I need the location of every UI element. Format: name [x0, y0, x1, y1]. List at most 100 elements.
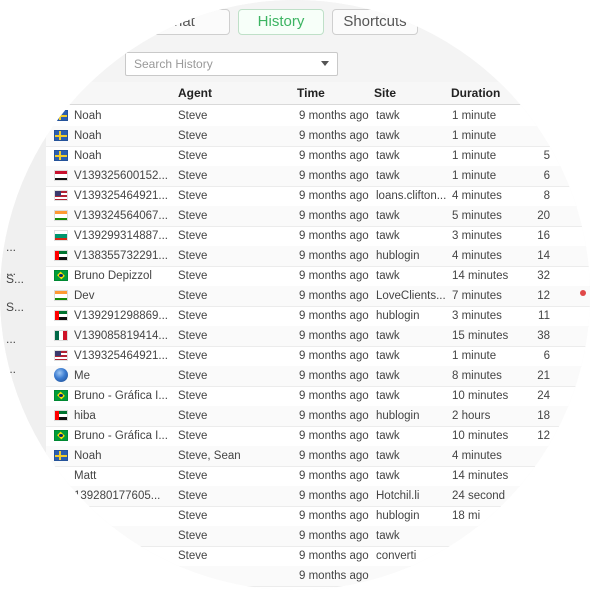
site-name: tawk: [376, 450, 400, 462]
agent-name: Steve: [178, 410, 208, 422]
visitor-name: Noah: [74, 450, 102, 462]
chat-time: 9 months ago: [299, 190, 369, 202]
bulgaria-flag-icon: [54, 230, 68, 241]
site-name: tawk: [376, 270, 400, 282]
usa-flag-icon: [54, 350, 68, 361]
brazil-flag-icon: [54, 390, 68, 401]
visitor-name: V139325464921...: [74, 190, 168, 202]
message-count: 20: [537, 210, 550, 222]
chat-time: 9 months ago: [299, 570, 369, 582]
table-row[interactable]: 139280177605... Steve 9 months ago Hotchil.…: [46, 486, 590, 507]
sidebar-item[interactable]: ...: [6, 362, 16, 376]
table-row[interactable]: Me Steve 9 months ago tawk 8 minutes 21: [46, 366, 590, 387]
visitor-name: Noah: [74, 150, 102, 162]
chat-time: 9 months ago: [299, 450, 369, 462]
agent-name: Steve: [178, 530, 208, 542]
top-tab-bar: Chat History Shortcuts: [0, 0, 590, 44]
chat-time: 9 months ago: [299, 210, 369, 222]
chat-time: 9 months ago: [299, 130, 369, 142]
message-count: 38: [537, 330, 550, 342]
chat-duration: 14 minutes: [452, 470, 509, 482]
table-row[interactable]: Bruno - Gráfica I... Steve 9 months ago taw…: [46, 386, 590, 407]
chat-time: 9 months ago: [299, 250, 369, 262]
agent-name: Steve: [178, 250, 208, 262]
table-row[interactable]: 9 months ago: [46, 566, 590, 587]
chat-duration: 1 minute: [452, 110, 497, 122]
column-header-time[interactable]: Time: [297, 86, 325, 100]
table-row[interactable]: Bruno Depizzol Steve 9 months ago tawk 14 mi…: [46, 266, 590, 287]
chat-duration: 18 mi: [452, 510, 481, 522]
uae-flag-icon: [54, 310, 68, 321]
agent-name: Steve: [178, 390, 208, 402]
table-row[interactable]: Dev Steve 9 months ago LoveClients... 7 minu…: [46, 286, 590, 307]
table-row[interactable]: V139325600152... Steve 9 months ago tawk 1 m…: [46, 166, 590, 187]
visitor-name: V139325464921...: [74, 350, 168, 362]
table-row[interactable]: V138355732291... Steve 9 months ago hublogi…: [46, 246, 590, 267]
tab-chat[interactable]: Chat: [128, 9, 230, 35]
chat-time: 9 months ago: [299, 350, 369, 362]
search-input[interactable]: [134, 56, 304, 72]
table-row[interactable]: on... Steve 9 months ago tawk: [46, 526, 590, 547]
india-flag-icon: [54, 210, 68, 221]
agent-name: Steve: [178, 210, 208, 222]
message-count: 6: [543, 170, 550, 182]
chat-time: 9 months ago: [299, 150, 369, 162]
chat-duration: 15 minutes: [452, 330, 509, 342]
column-header-agent[interactable]: Agent: [178, 86, 212, 100]
site-name: tawk: [376, 530, 400, 542]
message-count: 6: [543, 350, 550, 362]
chat-time: 9 months ago: [299, 370, 369, 382]
table-row[interactable]: V139324564067... Steve 9 months ago tawk 5 m…: [46, 206, 590, 227]
sidebar-item[interactable]: ...: [6, 240, 16, 254]
chat-duration: 10 minutes: [452, 390, 509, 402]
agent-name: Steve: [178, 270, 208, 282]
notification-dot: [580, 290, 586, 296]
table-row[interactable]: V139325464921... Steve 9 months ago loans.c…: [46, 186, 590, 207]
agent-name: Steve: [178, 290, 208, 302]
search-box[interactable]: [125, 52, 338, 76]
table-row[interactable]: V139291298869... Steve 9 months ago hublogi…: [46, 306, 590, 327]
table-row[interactable]: Steve 9 months ago hublogin 18 mi: [46, 506, 590, 527]
chat-duration: 1 minute: [452, 130, 497, 142]
visitor-name: Me: [74, 370, 90, 382]
chat-duration: 2 hours: [452, 410, 491, 422]
table-row[interactable]: Noah Steve 9 months ago tawk 1 minute 5: [46, 146, 590, 167]
tab-shortcuts[interactable]: Shortcuts: [332, 9, 418, 35]
sidebar-item[interactable]: S...: [6, 300, 24, 314]
site-name: tawk: [376, 350, 400, 362]
table-row[interactable]: Steve 9 months ago converti: [46, 546, 590, 567]
column-header-duration[interactable]: Duration: [451, 86, 500, 100]
table-row[interactable]: V139085819414... Steve 9 months ago tawk 15 …: [46, 326, 590, 347]
site-name: tawk: [376, 150, 400, 162]
visitor-name: V139291298869...: [74, 310, 168, 322]
agent-name: Steve: [178, 350, 208, 362]
chat-duration: 3 minutes: [452, 310, 502, 322]
visitor-name: V139299314887...: [74, 230, 168, 242]
sidebar-item[interactable]: S...: [6, 272, 24, 286]
table-row[interactable]: V139325464921... Steve 9 months ago tawk 1 m…: [46, 346, 590, 367]
table-row[interactable]: Noah Steve, Sean 9 months ago tawk 4 minutes: [46, 446, 590, 467]
table-row[interactable]: Bruno - Gráfica I... Steve 9 months ago taw…: [46, 426, 590, 447]
brazil-flag-icon: [54, 430, 68, 441]
chat-time: 9 months ago: [299, 390, 369, 402]
table-row[interactable]: Matt Steve 9 months ago tawk 14 minutes: [46, 466, 590, 487]
message-count: 24: [537, 390, 550, 402]
message-count: 21: [537, 370, 550, 382]
table-row[interactable]: V139299314887... Steve 9 months ago tawk 3 m…: [46, 226, 590, 247]
table-row[interactable]: Noah Steve 9 months ago tawk 1 minute: [46, 126, 590, 147]
left-sidebar: ... ... S... S... ... ...: [0, 44, 47, 590]
table-row[interactable]: Noah Steve 9 months ago tawk 1 minute: [46, 106, 590, 127]
chat-time: 9 months ago: [299, 290, 369, 302]
table-row[interactable]: hiba Steve 9 months ago hublogin 2 hours 18: [46, 406, 590, 427]
column-header-site[interactable]: Site: [374, 86, 396, 100]
site-name: tawk: [376, 390, 400, 402]
tab-history[interactable]: History: [238, 9, 324, 35]
india-flag-icon: [54, 290, 68, 301]
site-name: tawk: [376, 110, 400, 122]
sidebar-item[interactable]: ...: [6, 332, 16, 346]
visitor-name: V139324564067...: [74, 210, 168, 222]
chevron-down-icon[interactable]: [321, 61, 329, 66]
chat-duration: 8 minutes: [452, 370, 502, 382]
visitor-name: Matt: [74, 470, 97, 482]
usa-flag-icon: [54, 190, 68, 201]
